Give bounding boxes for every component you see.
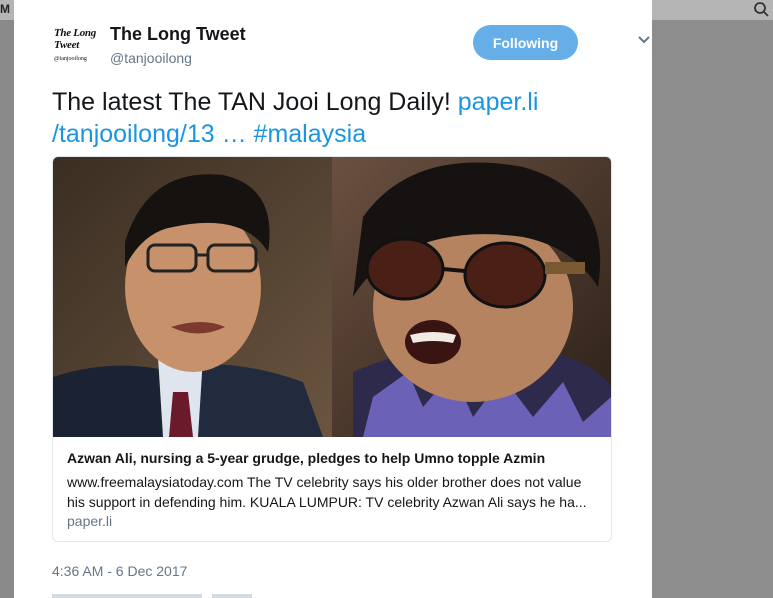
avatar-text-line2: Tweet — [54, 39, 79, 51]
user-handle[interactable]: @tanjooilong — [110, 50, 192, 66]
link-card[interactable]: Azwan Ali, nursing a 5-year grudge, pled… — [52, 156, 612, 542]
tweet-header: The Long Tweet @tanjooilong The Long Twe… — [54, 22, 650, 72]
tweet-text-plain: The latest The TAN Jooi Long Daily! — [52, 88, 458, 116]
tweet-timestamp[interactable]: 4:36 AM - 6 Dec 2017 — [52, 563, 187, 579]
tweet-text: The latest The TAN Jooi Long Daily! pape… — [52, 86, 622, 150]
avatar[interactable]: The Long Tweet @tanjooilong — [54, 24, 98, 68]
background-text-left: M — [0, 2, 10, 16]
tweet-stats-row — [52, 594, 252, 598]
following-button[interactable]: Following — [473, 25, 578, 60]
card-description: www.freemalaysiatoday.com The TV celebri… — [67, 474, 587, 510]
card-title[interactable]: Azwan Ali, nursing a 5-year grudge, pled… — [67, 450, 599, 466]
background-sidebar — [652, 20, 773, 598]
avatar-text-line3: @tanjooilong — [54, 56, 87, 62]
card-domain: paper.li — [67, 513, 113, 529]
display-name[interactable]: The Long Tweet — [110, 24, 246, 45]
hashtag-link[interactable]: #malaysia — [254, 120, 367, 148]
card-image[interactable] — [53, 157, 611, 437]
search-icon[interactable] — [753, 1, 769, 17]
card-body[interactable]: Azwan Ali, nursing a 5-year grudge, pled… — [53, 437, 611, 541]
chevron-down-icon[interactable] — [636, 32, 652, 48]
avatar-text-line1: The Long — [54, 27, 96, 39]
tweet-modal: The Long Tweet @tanjooilong The Long Twe… — [14, 0, 652, 598]
